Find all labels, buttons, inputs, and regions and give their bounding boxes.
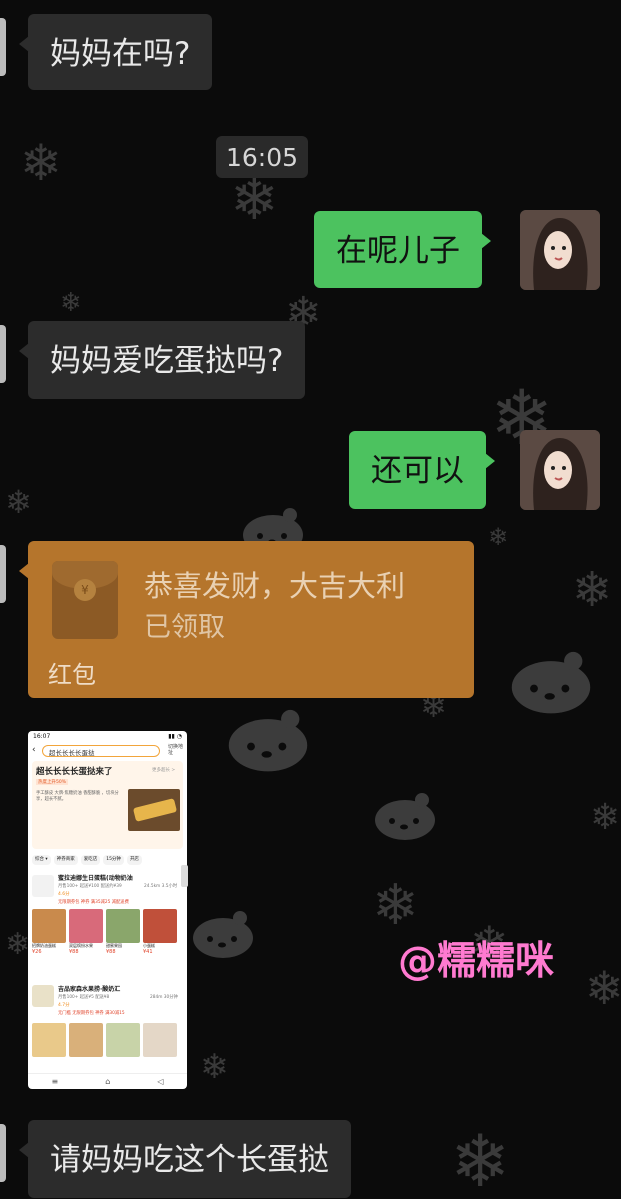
egg-tart-photo	[128, 789, 180, 831]
received-message[interactable]: 请妈妈吃这个长蛋挞	[19, 1120, 351, 1198]
promo-card: 超长长长长蛋挞来了 更多超长 > 热度上升50% 手工酥皮 大牌·焦糖奶油 香甜…	[32, 761, 183, 849]
sender-avatar[interactable]	[0, 1124, 6, 1182]
snowflake-icon: ❄	[585, 961, 621, 1015]
nav-bar: ≡ ⌂ ◁	[28, 1073, 187, 1089]
kitty-icon	[228, 709, 308, 772]
product-row: 招牌奶油蛋糕 ¥26 双层缤纷水果 ¥88 甜蜜果园 ¥88 小蛋糕 ¥41	[32, 909, 183, 957]
product-image	[69, 1023, 103, 1057]
promo-more: 更多超长 >	[152, 768, 176, 773]
filter-chip: 神券商家	[53, 855, 78, 865]
filter-chip: 综合 ▾	[32, 855, 51, 865]
status-bar: 16:07 ▮▮ ◔	[28, 731, 187, 741]
received-message[interactable]: 妈妈爱吃蛋挞吗?	[18, 321, 306, 399]
snowflake-icon: ❄	[230, 165, 279, 233]
avatar-image	[520, 210, 600, 290]
filter-bar: 综合 ▾ 神券商家 爱吃店 15分钟 开店	[32, 855, 183, 865]
filter-chip: 开店	[126, 855, 142, 865]
product-item: 招牌奶油蛋糕 ¥26	[32, 909, 66, 957]
store-card: 吉品家森水果捞·酸奶汇 月售100+ 起送¥5 配送¥8 4.7分 284m 3…	[32, 983, 183, 1069]
message-text: 在呢儿子	[336, 233, 460, 269]
snowflake-icon: ❄	[590, 797, 621, 838]
store-rating: 4.6分	[58, 892, 70, 897]
product-image	[106, 1023, 140, 1057]
user-avatar[interactable]	[520, 210, 600, 290]
back-icon: ‹	[32, 745, 36, 755]
red-packet-icon: ¥	[52, 561, 118, 639]
message-text: 请妈妈吃这个长蛋挞	[50, 1142, 329, 1178]
snowflake-icon: ❄	[372, 873, 419, 938]
message-text: 还可以	[371, 453, 464, 489]
snowflake-icon: ❄	[200, 1047, 229, 1087]
product-item: 双层缤纷水果 ¥88	[69, 909, 103, 957]
snowflake-icon: ❄	[5, 483, 32, 521]
promo-title: 超长长长长蛋挞来了	[36, 767, 113, 777]
home-icon: ⌂	[105, 1077, 111, 1086]
signal-icon: ▮▮ ◔	[168, 733, 182, 740]
timestamp: 16:05	[216, 136, 309, 178]
product-item: 小蛋糕 ¥41	[143, 909, 177, 957]
watermark-text: @糯糯咪	[398, 939, 555, 984]
menu-icon: ≡	[51, 1077, 59, 1086]
promo-badge: 热度上升50%	[36, 779, 69, 785]
switch-address-link: 切换地址	[168, 744, 184, 756]
snowflake-icon: ❄	[60, 288, 82, 318]
store-rating: 4.7分	[58, 1003, 70, 1008]
red-packet-title: 恭喜发财，大吉大利	[144, 569, 406, 603]
sender-avatar[interactable]	[0, 325, 6, 383]
kitty-icon	[511, 651, 591, 714]
store-tags: 无限期券包 神券 满35减25 减配送费	[58, 900, 129, 905]
product-image	[32, 1023, 66, 1057]
product-item: 甜蜜果园 ¥88	[106, 909, 140, 957]
message-text: 妈妈在吗?	[50, 36, 191, 72]
promo-desc: 手工酥皮 大牌·焦糖奶油 香甜酥脆 ，切块分享，超长不腻。	[36, 791, 119, 802]
received-message[interactable]: 妈妈在吗?	[18, 14, 213, 90]
red-packet-label: 红包	[48, 661, 96, 689]
store-logo	[32, 985, 54, 1007]
snowflake-icon: ❄	[572, 562, 613, 618]
store-info: 月售100+ 起送¥100 配送约¥39	[58, 884, 122, 889]
sent-message[interactable]: 在呢儿子	[314, 211, 491, 288]
status-time: 16:07	[33, 733, 51, 740]
shared-screenshot-image[interactable]: 16:07 ▮▮ ◔ ‹ 超长长长长蛋挞 切换地址 超长长长长蛋挞来了 更多超长…	[28, 731, 187, 1089]
sender-avatar[interactable]	[0, 18, 6, 76]
snowflake-icon: ❄	[20, 134, 62, 192]
store-name: 吉品家森水果捞·酸奶汇	[58, 986, 121, 993]
filter-chip: 爱吃店	[80, 855, 101, 865]
search-input: 超长长长长蛋挞	[42, 745, 160, 757]
back-icon: ◁	[157, 1077, 164, 1086]
store-card: 蜜拉迪娜生日蛋糕(动物奶油 月售100+ 起送¥100 配送约¥39 4.6分 …	[32, 871, 183, 971]
image-scroll-handle	[181, 865, 188, 887]
store-distance: 24.5km 3.5小时	[144, 884, 178, 889]
red-packet-status: 已领取	[144, 612, 225, 643]
product-row	[32, 1023, 183, 1057]
store-logo	[32, 875, 54, 897]
store-tags: 无门槛 无限期券包 神券 满30减15	[58, 1011, 125, 1016]
snowflake-icon: ❄	[488, 523, 509, 551]
kitty-icon	[193, 911, 253, 958]
store-name: 蜜拉迪娜生日蛋糕(动物奶油	[58, 875, 133, 882]
search-text: 超长长长长蛋挞	[49, 749, 95, 757]
store-info: 月售100+ 起送¥5 配送¥8	[58, 995, 110, 1000]
snowflake-icon: ❄	[5, 927, 31, 962]
filter-chip: 15分钟	[103, 855, 124, 865]
kitty-icon	[375, 793, 435, 840]
store-distance: 284m 30分钟	[150, 995, 178, 1000]
sent-message[interactable]: 还可以	[349, 431, 495, 509]
red-packet-message[interactable]: ¥ 恭喜发财，大吉大利 已领取 红包	[19, 541, 474, 698]
message-text: 妈妈爱吃蛋挞吗?	[50, 343, 284, 379]
sender-avatar[interactable]	[0, 545, 6, 603]
avatar-image	[520, 430, 600, 510]
product-image	[143, 1023, 177, 1057]
snowflake-icon: ❄	[450, 1119, 511, 1199]
user-avatar[interactable]	[520, 430, 600, 510]
